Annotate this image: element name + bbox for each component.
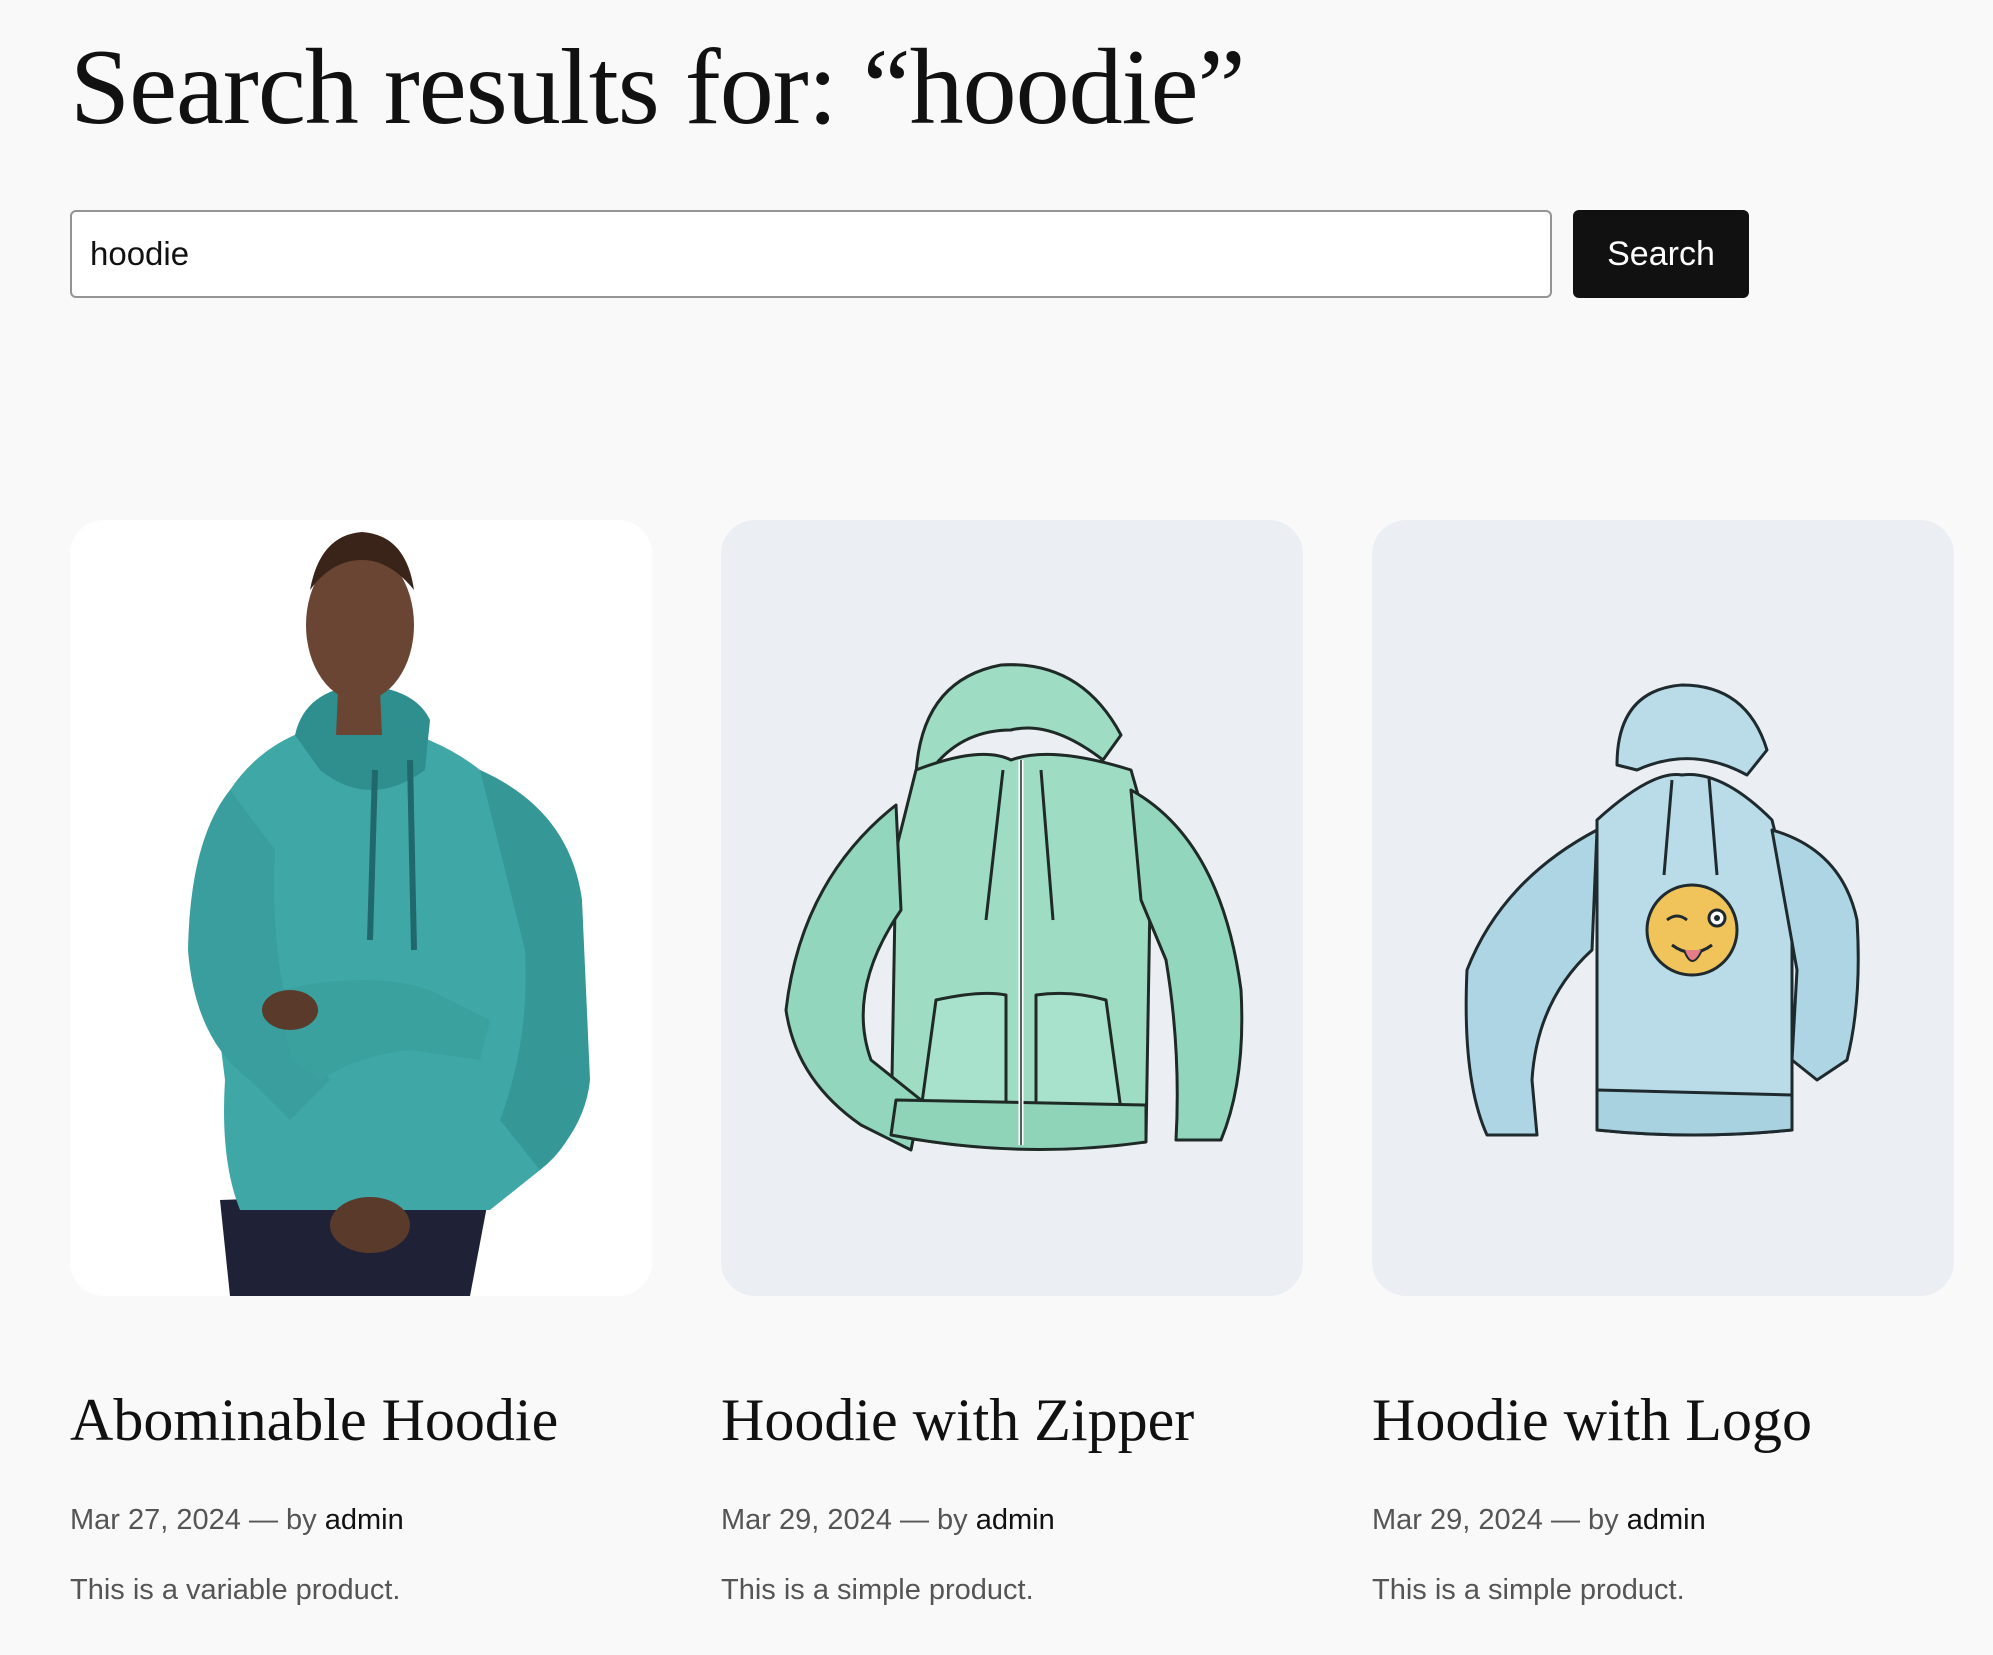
product-title-link[interactable]: Abominable Hoodie xyxy=(70,1380,558,1460)
meta-by: by xyxy=(937,1504,968,1536)
light-blue-hoodie-winking-emoji-illustration xyxy=(1464,683,1860,1137)
author-link[interactable]: admin xyxy=(1627,1504,1706,1536)
post-date: Mar 27, 2024 xyxy=(70,1504,241,1536)
model-wearing-teal-hoodie-photo xyxy=(188,532,590,1296)
meta-separator: — xyxy=(248,1504,278,1536)
post-date: Mar 29, 2024 xyxy=(1372,1504,1543,1536)
author-link[interactable]: admin xyxy=(976,1504,1055,1536)
product-title-link[interactable]: Hoodie with Zipper xyxy=(721,1380,1194,1460)
search-button[interactable]: Search xyxy=(1573,210,1749,298)
meta-by: by xyxy=(286,1504,317,1536)
search-input[interactable] xyxy=(70,210,1552,298)
product-excerpt: This is a simple product. xyxy=(721,1574,1034,1606)
winking-emoji-icon xyxy=(1645,883,1739,977)
product-image[interactable] xyxy=(721,520,1303,1296)
search-form: Search xyxy=(70,210,1750,298)
author-link[interactable]: admin xyxy=(325,1504,404,1536)
meta-by: by xyxy=(1588,1504,1619,1536)
page-title: Search results for: “hoodie” xyxy=(70,28,1246,147)
post-meta: Mar 29, 2024 — by admin xyxy=(1372,1500,1706,1540)
product-title-link[interactable]: Hoodie with Logo xyxy=(1372,1380,1812,1460)
meta-separator: — xyxy=(899,1504,929,1536)
product-excerpt: This is a variable product. xyxy=(70,1574,401,1606)
post-date: Mar 29, 2024 xyxy=(721,1504,892,1536)
mint-zip-hoodie-illustration xyxy=(784,663,1244,1152)
post-meta: Mar 29, 2024 — by admin xyxy=(721,1500,1055,1540)
meta-separator: — xyxy=(1550,1504,1580,1536)
product-image[interactable] xyxy=(70,520,652,1296)
product-image[interactable] xyxy=(1372,520,1954,1296)
result-card: Hoodie with Logo Mar 29, 2024 — by admin… xyxy=(1372,520,1954,1606)
product-excerpt: This is a simple product. xyxy=(1372,1574,1685,1606)
post-meta: Mar 27, 2024 — by admin xyxy=(70,1500,404,1540)
result-card: Hoodie with Zipper Mar 29, 2024 — by adm… xyxy=(721,520,1303,1606)
result-card: Abominable Hoodie Mar 27, 2024 — by admi… xyxy=(70,520,652,1606)
